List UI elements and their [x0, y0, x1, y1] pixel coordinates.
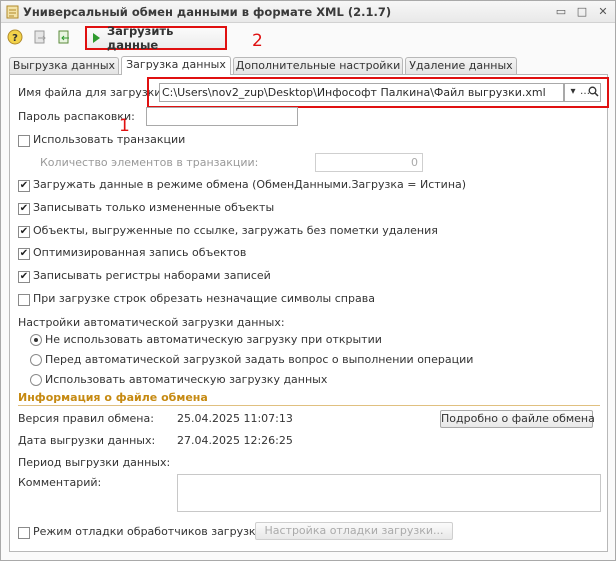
tx-count-label: Количество элементов в транзакции: — [40, 156, 259, 169]
radio-auto-label: Использовать автоматическую загрузку дан… — [45, 373, 328, 386]
help-icon[interactable]: ? — [7, 29, 23, 45]
info-section-title: Информация о файле обмена — [18, 391, 208, 404]
play-icon — [93, 33, 100, 43]
restore-icon[interactable]: ▭ — [553, 4, 569, 19]
exchange-mode-checkbox[interactable]: ✔ — [18, 180, 30, 192]
annotation-two: 2 — [252, 31, 263, 51]
window: Универсальный обмен данными в формате XM… — [0, 0, 616, 561]
debug-mode-label: Режим отладки обработчиков загрузки — [33, 525, 263, 538]
svg-text:?: ? — [12, 33, 18, 44]
password-input[interactable] — [146, 107, 298, 126]
load-data-label: Загрузить данные — [107, 24, 174, 52]
tab-export[interactable]: Выгрузка данных — [9, 57, 119, 74]
auto-settings-label: Настройки автоматической загрузки данных… — [18, 316, 285, 329]
radio-ask-label: Перед автоматической загрузкой задать во… — [45, 353, 474, 366]
app-icon — [6, 5, 19, 19]
use-transactions-checkbox[interactable] — [18, 135, 30, 147]
radio-no-auto-label: Не использовать автоматическую загрузку … — [45, 333, 382, 346]
export-date-value: 27.04.2025 12:26:25 — [177, 434, 293, 447]
close-icon[interactable]: ✕ — [595, 4, 611, 19]
tx-count-input[interactable]: 0 — [315, 153, 423, 172]
tab-delete-data[interactable]: Удаление данных — [405, 57, 517, 74]
only-changed-checkbox[interactable]: ✔ — [18, 203, 30, 215]
radio-no-auto[interactable] — [30, 334, 42, 346]
debug-mode-checkbox[interactable] — [18, 527, 30, 539]
comment-label: Комментарий: — [18, 476, 102, 489]
file-details-button[interactable]: Подробно о файле обмена — [440, 410, 595, 428]
debug-settings-button[interactable]: Настройка отладки загрузки... — [255, 522, 453, 540]
radio-auto[interactable] — [30, 374, 42, 386]
file-name-label: Имя файла для загрузки: — [18, 86, 166, 99]
by-ref-label: Объекты, выгруженные по ссылке, загружат… — [33, 224, 438, 237]
registers-label: Записывать регистры наборами записей — [33, 269, 271, 282]
title-bar: Универсальный обмен данными в формате XM… — [1, 1, 615, 23]
export-date-label: Дата выгрузки данных: — [18, 434, 156, 447]
load-data-button[interactable]: Загрузить данные — [85, 24, 227, 52]
radio-ask[interactable] — [30, 354, 42, 366]
toolbar: ? Загрузить данные — [1, 24, 615, 52]
import-icon[interactable] — [56, 29, 72, 45]
exchange-mode-label: Загружать данные в режиме обмена (ОбменД… — [33, 178, 467, 191]
tab-advanced-settings[interactable]: Дополнительные настройки — [233, 57, 403, 74]
rules-version-value: 25.04.2025 11:07:13 — [177, 412, 293, 425]
only-changed-label: Записывать только измененные объекты — [33, 201, 275, 214]
trim-label: При загрузке строк обрезать незначащие с… — [33, 292, 375, 305]
export-period-label: Период выгрузки данных: — [18, 456, 171, 469]
optimized-label: Оптимизированная запись объектов — [33, 246, 247, 259]
comment-input[interactable] — [177, 474, 601, 512]
optimized-checkbox[interactable]: ✔ — [18, 248, 30, 260]
by-ref-checkbox[interactable]: ✔ — [18, 226, 30, 238]
password-label: Пароль распаковки: — [18, 110, 135, 123]
rules-version-label: Версия правил обмена: — [18, 412, 154, 425]
use-transactions-label: Использовать транзакции — [33, 133, 186, 146]
trim-checkbox[interactable] — [18, 294, 30, 306]
info-section-divider — [18, 405, 600, 406]
window-title: Универсальный обмен данными в формате XM… — [23, 5, 392, 19]
registers-checkbox[interactable]: ✔ — [18, 271, 30, 283]
export-icon[interactable] — [32, 29, 48, 45]
tab-import[interactable]: Загрузка данных — [121, 56, 231, 75]
maximize-icon[interactable]: □ — [574, 4, 590, 19]
annotation-frame-file — [147, 77, 609, 108]
import-panel: Имя файла для загрузки: C:\Users\nov2_zu… — [9, 74, 609, 552]
